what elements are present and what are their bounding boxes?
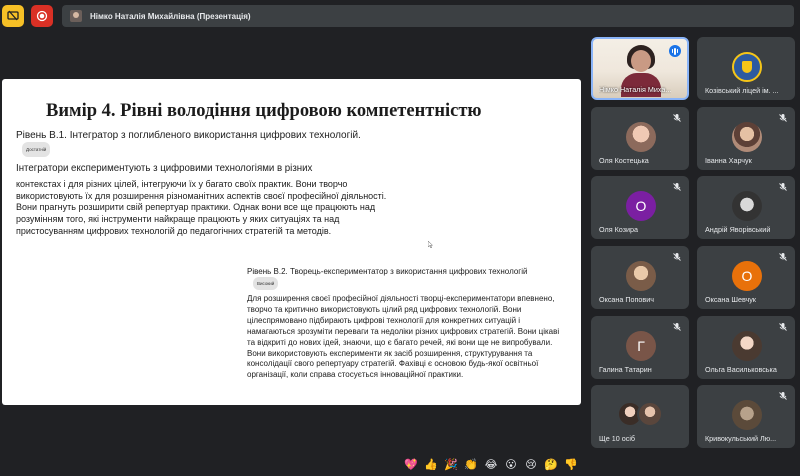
mic-off-icon [673, 114, 681, 122]
section1-heading: Рівень В.1. Інтегратор з поглибленого ви… [16, 129, 376, 157]
reaction-sad[interactable]: 😢 [523, 457, 539, 473]
participant-tile-self[interactable]: Німко Наталія Миха... [591, 37, 689, 100]
participant-initial-avatar: Г [626, 331, 656, 361]
participant-tile[interactable]: О Оля Козира [591, 176, 689, 239]
participant-tile[interactable]: Козівський ліцей ім. ... [697, 37, 795, 100]
reaction-thumbs-down[interactable]: 👎 [563, 457, 579, 473]
reaction-laugh[interactable]: 😂 [483, 457, 499, 473]
participant-name: Кривокульський Лю... [705, 434, 777, 443]
mic-off-icon [779, 323, 787, 331]
mic-off-icon [779, 183, 787, 191]
presenter-label: Німко Наталія Михайлівна (Презентація) [90, 11, 251, 21]
section2-level-badge: Високий [253, 277, 279, 290]
reaction-thinking[interactable]: 🤔 [543, 457, 559, 473]
participant-tile[interactable]: Г Галина Татарин [591, 316, 689, 379]
participant-initial-avatar: О [626, 191, 656, 221]
participant-name: Ольга Васильковська [705, 365, 777, 374]
participant-tile[interactable]: Кривокульський Лю... [697, 385, 795, 448]
mic-off-icon [779, 392, 787, 400]
stop-presenting-button[interactable] [2, 5, 24, 27]
participant-tile[interactable]: О Оксана Шевчук [697, 246, 795, 309]
participant-name: Ще 10 осіб [599, 434, 636, 443]
participant-name: Галина Татарин [599, 365, 652, 374]
record-icon [36, 10, 48, 22]
slide-title: Вимір 4. Рівні володіння цифровою компет… [46, 101, 482, 121]
section2-heading: Рівень В.2. Творець-експериментатор з ви… [247, 266, 547, 290]
reaction-clap[interactable]: 👏 [463, 457, 479, 473]
mic-off-icon [779, 253, 787, 261]
stop-presenting-icon [7, 10, 19, 21]
participant-name: Оксана Попович [599, 295, 655, 304]
presentation-slide[interactable]: Вимір 4. Рівні володіння цифровою компет… [2, 79, 581, 405]
presenter-banner[interactable]: Німко Наталія Михайлівна (Презентація) [62, 5, 794, 27]
presenter-avatar [70, 10, 82, 22]
participant-name: Козівський ліцей ім. ... [705, 86, 779, 95]
record-button[interactable] [31, 5, 53, 27]
mic-off-icon [673, 253, 681, 261]
mic-off-icon [779, 114, 787, 122]
participant-tile[interactable]: Оля Костецька [591, 107, 689, 170]
participant-name: Оксана Шевчук [705, 295, 756, 304]
section1-body-text: контекстах і для різних цілей, інтегруюч… [16, 178, 387, 236]
participant-avatar [732, 122, 762, 152]
section1-body: Інтегратори експериментують з цифровими … [16, 163, 388, 238]
participant-tile[interactable]: Оксана Попович [591, 246, 689, 309]
mouse-cursor-icon [428, 241, 433, 248]
school-crest-avatar [732, 52, 762, 82]
reaction-party[interactable]: 🎉 [443, 457, 459, 473]
speaking-indicator-icon [669, 45, 681, 57]
participant-avatar-stack [617, 401, 665, 429]
reaction-thumbs-up[interactable]: 👍 [423, 457, 439, 473]
reaction-surprised[interactable]: 😮 [503, 457, 519, 473]
participant-tile[interactable]: Андрій Яворівський [697, 176, 795, 239]
participant-avatar [626, 261, 656, 291]
more-participants-tile[interactable]: Ще 10 осіб [591, 385, 689, 448]
reactions-bar: 💖 👍 🎉 👏 😂 😮 😢 🤔 👎 [403, 456, 579, 474]
top-bar: Німко Наталія Михайлівна (Презентація) [0, 0, 800, 34]
participant-name: Оля Костецька [599, 156, 649, 165]
participant-avatar [732, 400, 762, 430]
participant-name: Оля Козира [599, 225, 639, 234]
participant-name: Андрій Яворівський [705, 225, 771, 234]
participant-tile[interactable]: Іванна Харчук [697, 107, 795, 170]
participant-initial-avatar: О [732, 261, 762, 291]
participant-avatar [732, 331, 762, 361]
participant-name: Німко Наталія Миха... [599, 85, 671, 94]
section1-heading-text: Рівень В.1. Інтегратор з поглибленого ви… [16, 130, 361, 141]
reaction-heart[interactable]: 💖 [403, 457, 419, 473]
section1-level-badge: Достатній [22, 142, 51, 157]
mic-off-icon [673, 323, 681, 331]
section2-heading-text: Рівень В.2. Творець-експериментатор з ви… [247, 267, 528, 276]
section2-body: Для розширення своєї професійної діяльно… [247, 294, 560, 380]
participant-avatar [626, 122, 656, 152]
mic-off-icon [673, 183, 681, 191]
participant-avatar [732, 191, 762, 221]
section1-first-line: Інтегратори експериментують з цифровими … [16, 163, 313, 174]
participant-name: Іванна Харчук [705, 156, 752, 165]
participant-tile[interactable]: Ольга Васильковська [697, 316, 795, 379]
